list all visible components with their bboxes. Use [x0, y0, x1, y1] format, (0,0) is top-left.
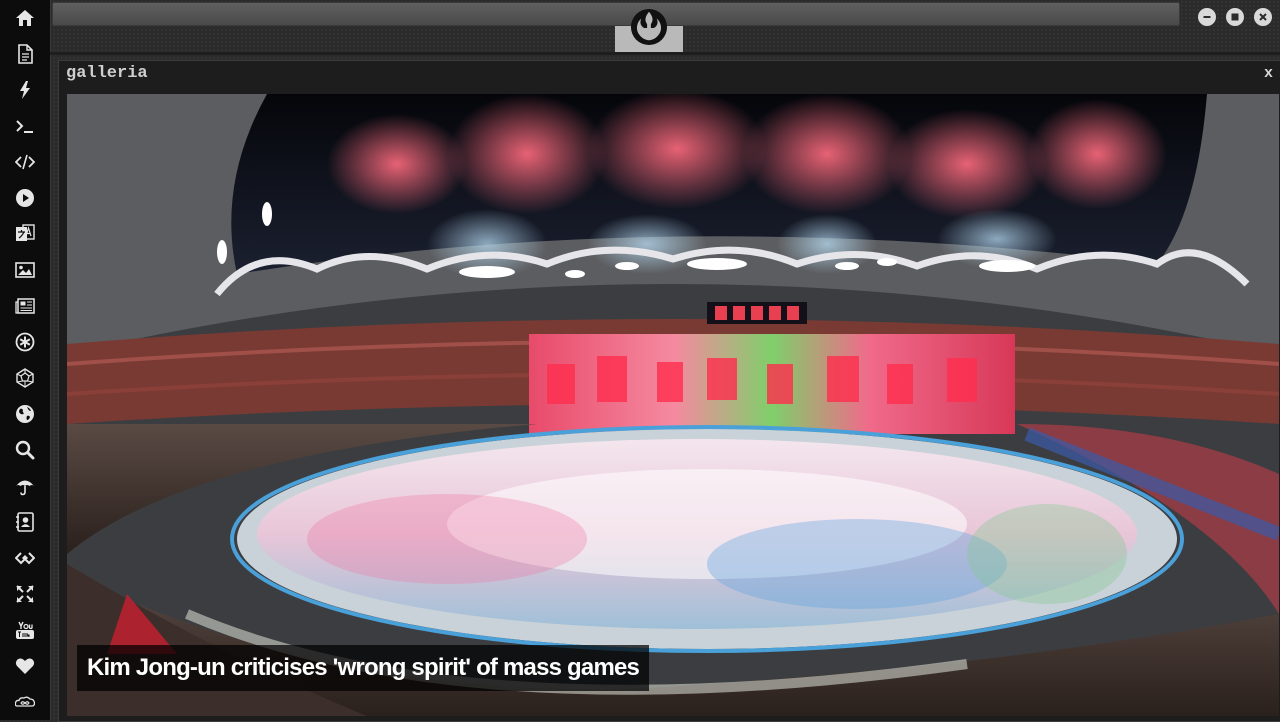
api-link-icon[interactable] [13, 546, 37, 570]
maximize-icon[interactable] [1226, 8, 1244, 26]
sidebar [0, 0, 51, 720]
infinity-cloud-icon[interactable] [13, 690, 37, 714]
asterisk-circle-icon[interactable] [13, 330, 37, 354]
heart-icon[interactable] [13, 654, 37, 678]
photo-caption: Kim Jong-un criticises 'wrong spirit' of… [77, 645, 650, 691]
top-address-bar[interactable] [52, 2, 1180, 26]
globe-icon[interactable] [13, 402, 37, 426]
search-icon[interactable] [13, 438, 37, 462]
terminal-icon[interactable] [13, 114, 37, 138]
translate-icon[interactable] [13, 222, 37, 246]
gallery-close-button[interactable]: x [1264, 65, 1273, 82]
home-icon[interactable] [13, 6, 37, 30]
newspaper-icon[interactable] [13, 294, 37, 318]
minimize-icon[interactable] [1198, 8, 1216, 26]
expand-icon[interactable] [13, 582, 37, 606]
play-icon[interactable] [13, 186, 37, 210]
gallery-window: galleria x Kim Jong-un criticises 'wrong… [58, 60, 1280, 722]
rebel-alliance-emblem-icon[interactable] [630, 8, 668, 46]
image-icon[interactable] [13, 258, 37, 282]
close-icon[interactable] [1254, 8, 1272, 26]
youtube-icon[interactable] [13, 618, 37, 642]
lightning-icon[interactable] [13, 78, 37, 102]
code-icon[interactable] [13, 150, 37, 174]
contact-book-icon[interactable] [13, 510, 37, 534]
gallery-photo[interactable]: Kim Jong-un criticises 'wrong spirit' of… [67, 94, 1279, 716]
dodecahedron-icon[interactable] [13, 366, 37, 390]
top-divider [50, 52, 1280, 55]
document-icon[interactable] [13, 42, 37, 66]
gallery-title: galleria [66, 64, 148, 83]
umbrella-icon[interactable] [13, 474, 37, 498]
